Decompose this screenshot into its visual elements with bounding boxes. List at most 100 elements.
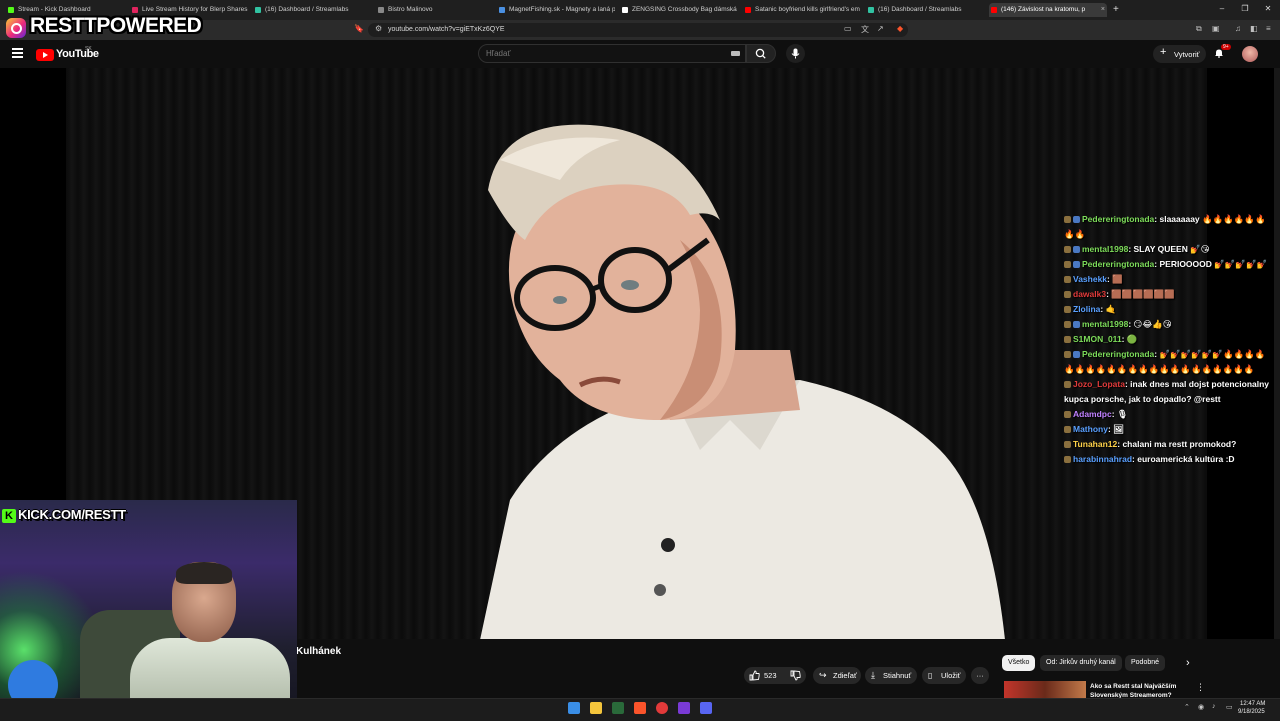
recommended-menu-icon[interactable]: ⋮ xyxy=(1196,682,1205,693)
terminal-icon[interactable] xyxy=(612,702,624,714)
chat-message: Vashekk: 🟫 xyxy=(1064,272,1274,287)
filter-chip-related[interactable]: Podobné xyxy=(1125,655,1166,671)
browser-tab[interactable]: (146) Závislost na kratomu, p × xyxy=(989,3,1107,17)
chat-badge-icon xyxy=(1064,411,1071,418)
page-scrollbar[interactable] xyxy=(1274,68,1280,698)
chat-message: mental1998: 😏😂👍😘 xyxy=(1064,317,1274,332)
twitch-app-icon[interactable] xyxy=(678,702,690,714)
browser-tab[interactable]: MagnetFishing.sk - Magnety a laná p xyxy=(497,3,615,17)
chat-username: Mathony xyxy=(1073,424,1108,434)
search-button[interactable] xyxy=(746,44,776,63)
media-icon[interactable]: ♫ xyxy=(1235,24,1241,33)
browser-tab[interactable]: (16) Dashboard / Streamlabs xyxy=(866,3,984,17)
chat-message: Mathony: 🖼 xyxy=(1064,422,1274,437)
volume-icon[interactable]: ♪ xyxy=(1212,703,1216,710)
bookmark-icon[interactable]: 🔖 xyxy=(354,24,364,33)
chat-username: Pedereringtonada xyxy=(1082,349,1155,359)
chat-text: SLAY QUEEN 💅😘 xyxy=(1133,244,1210,254)
more-actions-button[interactable]: ··· xyxy=(971,667,989,684)
translate-icon[interactable]: 文 xyxy=(861,24,869,35)
chat-badge-icon xyxy=(1064,381,1071,388)
chat-text: 🖼 xyxy=(1113,424,1124,434)
file-explorer-icon[interactable] xyxy=(590,702,602,714)
youtube-logo-icon[interactable] xyxy=(36,49,54,61)
channel-name[interactable]: Kulhánek xyxy=(296,646,341,657)
chat-message: Tunahan12: chalani ma restt promokod? xyxy=(1064,437,1274,452)
dislike-icon[interactable] xyxy=(790,670,801,681)
hamburger-menu-icon[interactable] xyxy=(12,48,23,58)
tab-title: (16) Dashboard / Streamlabs xyxy=(878,6,962,13)
obs-icon[interactable] xyxy=(656,702,668,714)
maximize-button[interactable]: ❐ xyxy=(1238,4,1252,13)
cast-icon[interactable]: ▭ xyxy=(844,24,852,33)
chat-badge-icon xyxy=(1064,351,1071,358)
search-input[interactable]: Hľadať xyxy=(486,49,510,58)
region-label: SK xyxy=(85,46,92,52)
wallet-icon[interactable]: ▣ xyxy=(1212,24,1220,33)
tab-close-icon[interactable]: × xyxy=(1101,3,1105,17)
microphone-icon xyxy=(791,48,800,59)
download-icon: ⤓ xyxy=(871,670,875,680)
chat-text: PERIOOOOD 💅💅💅💅💅 xyxy=(1159,259,1268,269)
chat-username: Zlolina xyxy=(1073,304,1101,314)
account-avatar[interactable] xyxy=(1242,46,1258,62)
chat-badge-icon xyxy=(1064,261,1071,268)
chat-message: dawalk3: 🟫🟫🟫🟫🟫🟫 xyxy=(1064,287,1274,302)
chat-badge-icon xyxy=(1064,306,1071,313)
clock-time[interactable]: 12:47 AM xyxy=(1240,701,1265,707)
tab-title: Bistro Malinovo xyxy=(388,6,433,13)
chat-username: dawalk3 xyxy=(1073,289,1107,299)
new-tab-button[interactable]: + xyxy=(1113,4,1119,15)
extensions-icon[interactable]: ⧉ xyxy=(1196,24,1202,34)
tray-chevron-icon[interactable]: ⌃ xyxy=(1184,703,1190,711)
browser-tab[interactable]: (16) Dashboard / Streamlabs xyxy=(253,3,371,17)
close-window-button[interactable]: ✕ xyxy=(1261,4,1275,13)
share-icon: ↪ xyxy=(819,670,827,680)
chat-badge-icon xyxy=(1064,276,1071,283)
filter-chip-all[interactable]: Všetko xyxy=(1002,655,1036,671)
tab-favicon-icon xyxy=(991,7,997,13)
download-button[interactable]: ⤓ Stiahnuť xyxy=(865,667,917,684)
share-page-icon[interactable]: ↗ xyxy=(877,24,884,33)
voice-search-button[interactable] xyxy=(786,44,805,63)
windows-start-icon[interactable] xyxy=(568,702,580,714)
chat-text: 🟢 xyxy=(1126,334,1138,344)
filter-chip-channel[interactable]: Od: Jirkův druhý kanál xyxy=(1040,655,1122,671)
tab-title: ZENGSING Crossbody Bag dámská s xyxy=(632,6,738,13)
youtube-logo-text[interactable]: YouTube xyxy=(56,48,99,60)
minimize-button[interactable]: – xyxy=(1215,4,1229,13)
url-text[interactable]: youtube.com/watch?v=giETxKz6QYE xyxy=(388,26,505,33)
menu-icon[interactable]: ≡ xyxy=(1266,24,1271,33)
chips-next-chevron-icon[interactable]: › xyxy=(1186,657,1190,669)
chat-badge-icon xyxy=(1073,246,1080,253)
keyboard-icon[interactable] xyxy=(731,51,740,56)
chat-message: Pedereringtonada: slaaaaaay 🔥🔥🔥🔥🔥🔥🔥🔥 xyxy=(1064,212,1274,242)
battery-icon[interactable]: ▭ xyxy=(1226,703,1233,711)
chat-badge-icon xyxy=(1064,291,1071,298)
chat-text: 🎙 xyxy=(1116,409,1128,419)
search-box[interactable] xyxy=(478,44,746,63)
download-label: Stiahnuť xyxy=(883,671,912,680)
chat-message: harabinnahrad: euroamerická kultúra :D xyxy=(1064,452,1274,467)
brave-browser-icon[interactable] xyxy=(634,702,646,714)
tab-favicon-icon xyxy=(745,7,751,13)
chat-badge-icon xyxy=(1064,441,1071,448)
brave-shield-icon[interactable]: ◆ xyxy=(897,24,903,33)
like-icon[interactable] xyxy=(749,670,760,681)
browser-tab[interactable]: Satanic boyfriend kills girlfriend's em xyxy=(743,3,861,17)
share-button[interactable]: ↪ Zdieľať xyxy=(813,667,861,684)
site-info-icon[interactable]: ⚙ xyxy=(375,24,382,33)
chat-username: Jozo_Lopata xyxy=(1073,379,1125,389)
save-label: Uložiť xyxy=(941,671,961,680)
network-icon[interactable]: ◉ xyxy=(1198,703,1204,711)
discord-icon[interactable] xyxy=(700,702,712,714)
tab-title: MagnetFishing.sk - Magnety a laná p xyxy=(509,6,615,13)
browser-tab[interactable]: Bistro Malinovo xyxy=(376,3,494,17)
chat-message: Adamdpc: 🎙 xyxy=(1064,407,1274,422)
save-button[interactable]: ▯ Uložiť xyxy=(922,667,966,684)
browser-tab[interactable]: ZENGSING Crossbody Bag dámská s xyxy=(620,3,738,17)
clock-date[interactable]: 9/18/2025 xyxy=(1238,709,1265,715)
sidebar-icon[interactable]: ◧ xyxy=(1250,24,1258,33)
like-count: 523 xyxy=(764,671,777,680)
notification-count-badge: 9+ xyxy=(1221,44,1231,50)
